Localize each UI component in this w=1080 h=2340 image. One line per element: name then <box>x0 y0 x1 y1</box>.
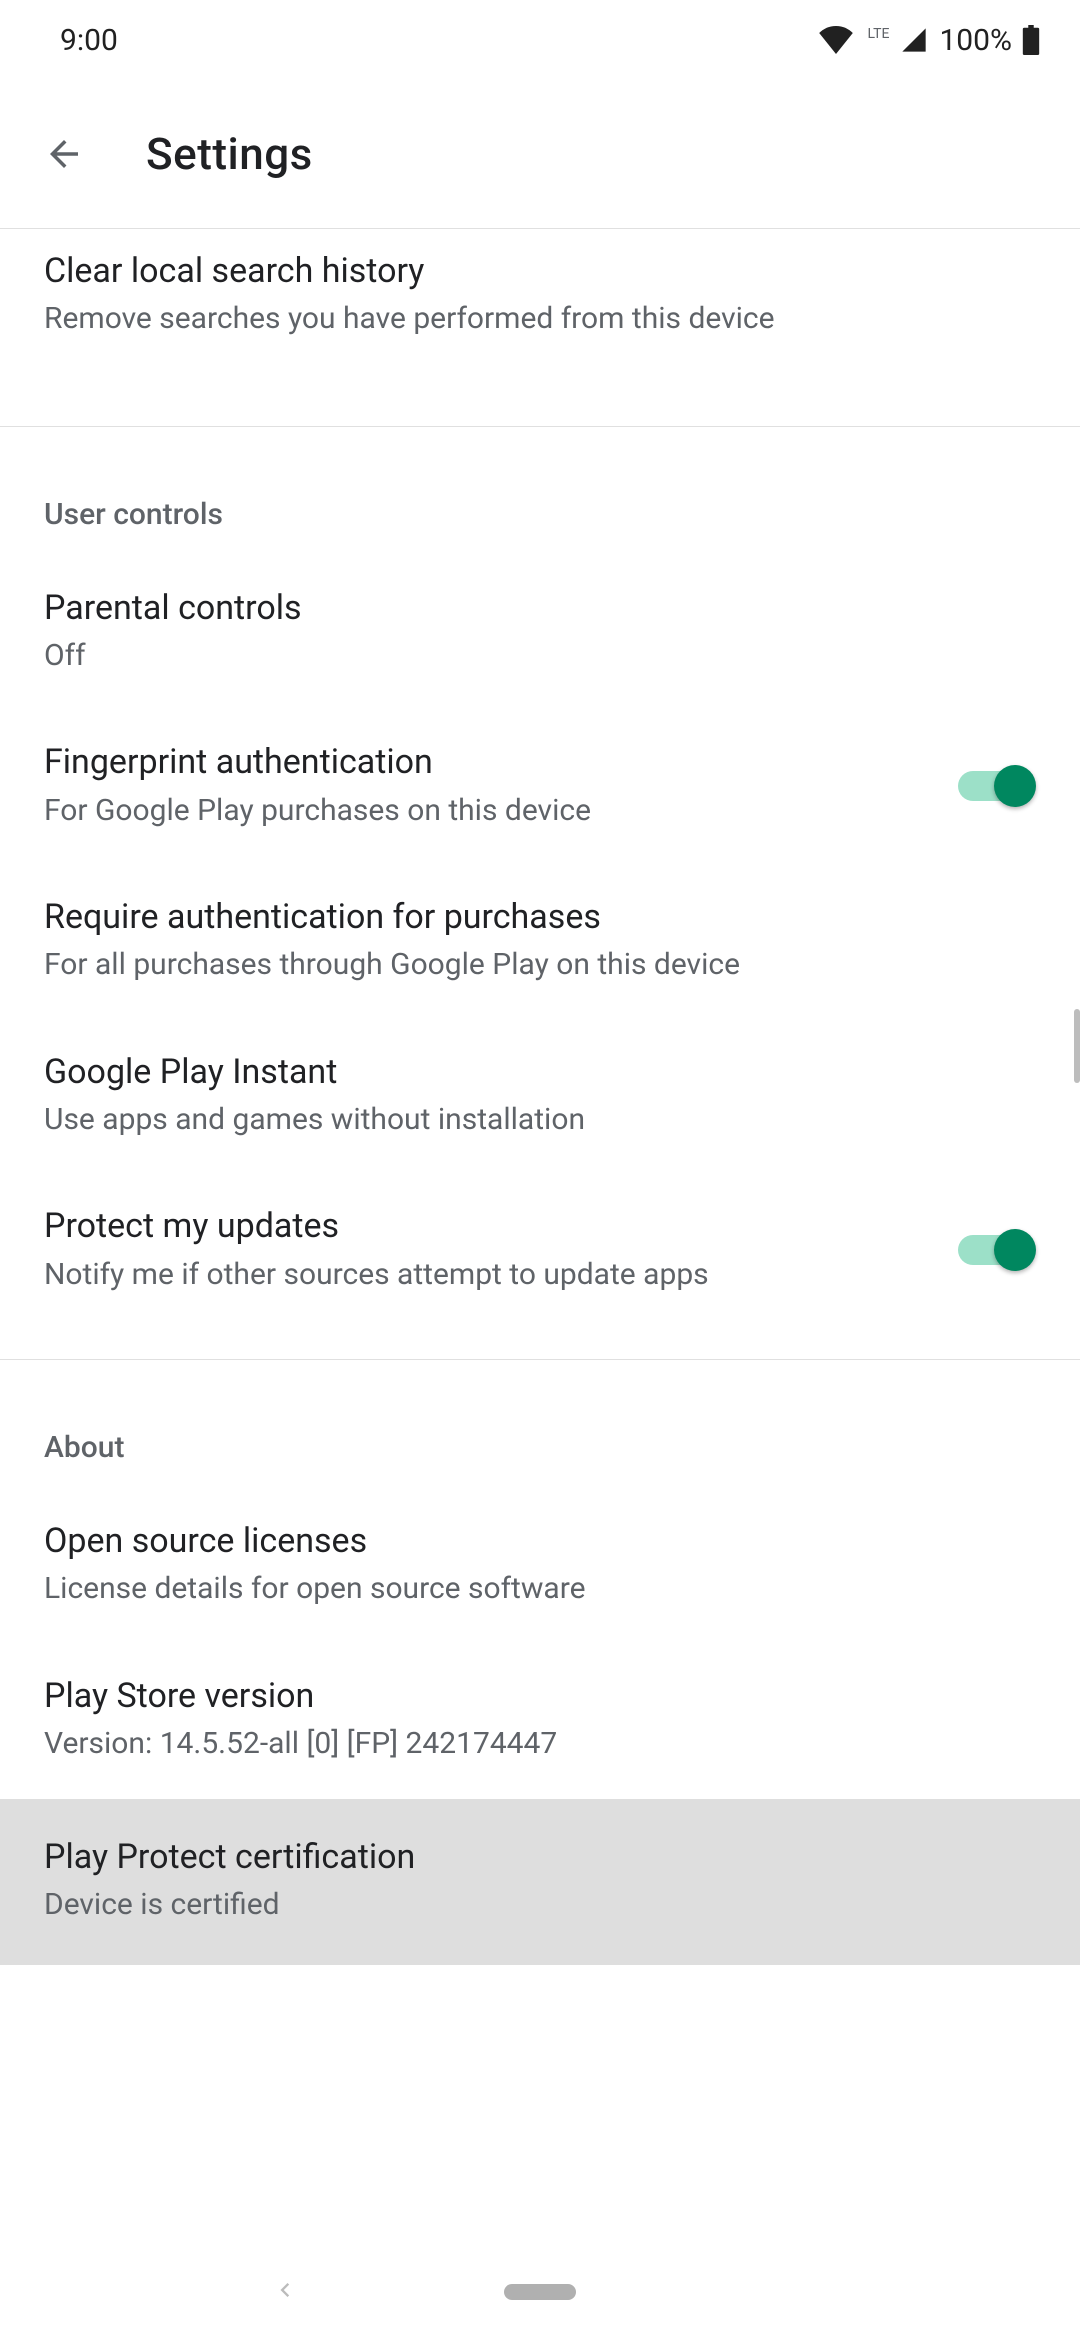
row-title: Fingerprint authentication <box>44 740 928 784</box>
row-subtitle: For all purchases through Google Play on… <box>44 945 1006 986</box>
status-bar: 9:00 LTE 100% <box>0 0 1080 80</box>
page-title: Settings <box>146 128 313 180</box>
cell-signal-icon <box>899 26 929 54</box>
app-bar: Settings <box>0 80 1080 228</box>
navigation-bar <box>0 2244 1080 2340</box>
row-fingerprint-authentication[interactable]: Fingerprint authentication For Google Pl… <box>0 710 1080 865</box>
row-title: Clear local search history <box>44 249 1006 293</box>
home-handle[interactable] <box>504 2284 576 2300</box>
toggle-protect-updates[interactable] <box>958 1229 1036 1271</box>
row-subtitle: Device is certified <box>44 1885 1006 1926</box>
status-indicators: LTE 100% <box>819 23 1040 58</box>
network-label: LTE <box>867 26 889 42</box>
section-header-about: About <box>0 1360 1080 1489</box>
section-header-user-controls: User controls <box>0 427 1080 556</box>
row-play-protect-certification[interactable]: Play Protect certification Device is cer… <box>0 1799 1080 1966</box>
row-subtitle: Notify me if other sources attempt to up… <box>44 1255 928 1296</box>
row-title: Protect my updates <box>44 1204 928 1248</box>
row-subtitle: Off <box>44 636 1006 677</box>
row-parental-controls[interactable]: Parental controls Off <box>0 556 1080 711</box>
row-play-store-version[interactable]: Play Store version Version: 14.5.52-all … <box>0 1644 1080 1799</box>
row-clear-search-history[interactable]: Clear local search history Remove search… <box>0 229 1080 376</box>
battery-icon <box>1022 25 1040 55</box>
row-subtitle: Use apps and games without installation <box>44 1100 1006 1141</box>
row-google-play-instant[interactable]: Google Play Instant Use apps and games w… <box>0 1020 1080 1175</box>
row-title: Play Store version <box>44 1674 1006 1718</box>
row-title: Require authentication for purchases <box>44 895 1006 939</box>
row-require-authentication[interactable]: Require authentication for purchases For… <box>0 865 1080 1020</box>
nav-back-button[interactable] <box>270 2276 298 2308</box>
row-subtitle: For Google Play purchases on this device <box>44 791 928 832</box>
row-open-source-licenses[interactable]: Open source licenses License details for… <box>0 1489 1080 1644</box>
row-subtitle: Remove searches you have performed from … <box>44 299 1006 340</box>
row-title: Play Protect certification <box>44 1835 1006 1879</box>
back-button[interactable] <box>32 122 96 186</box>
chevron-left-icon <box>270 2276 298 2304</box>
wifi-icon <box>819 26 853 54</box>
row-subtitle: Version: 14.5.52-all [0] [FP] 242174447 <box>44 1724 1006 1765</box>
row-subtitle: License details for open source software <box>44 1569 1006 1610</box>
arrow-back-icon <box>43 133 85 175</box>
row-title: Google Play Instant <box>44 1050 1006 1094</box>
row-title: Open source licenses <box>44 1519 1006 1563</box>
scrollbar[interactable] <box>1074 1009 1080 1083</box>
status-time: 9:00 <box>40 23 118 58</box>
toggle-fingerprint-auth[interactable] <box>958 765 1036 807</box>
battery-text: 100% <box>939 23 1012 58</box>
row-title: Parental controls <box>44 586 1006 630</box>
row-protect-updates[interactable]: Protect my updates Notify me if other so… <box>0 1174 1080 1329</box>
